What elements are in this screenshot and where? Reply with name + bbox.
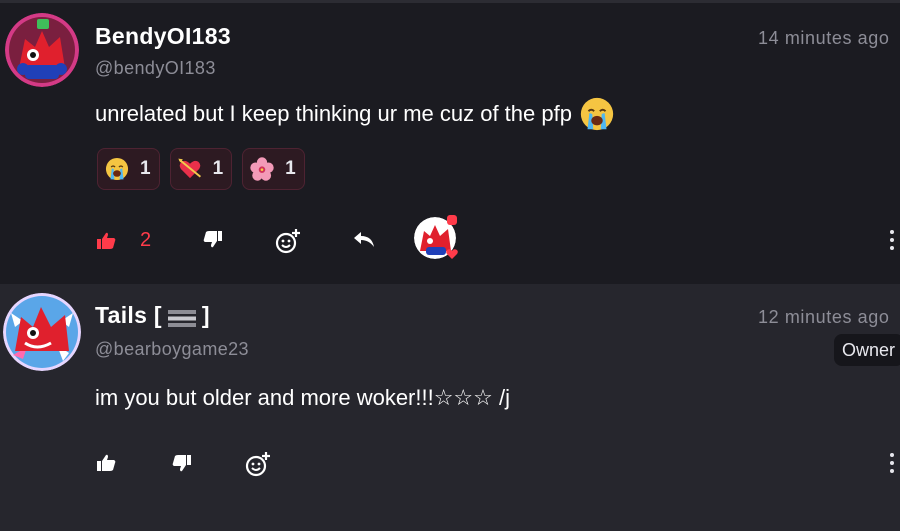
comment-username[interactable]: Tails [] — [95, 302, 210, 329]
like-button[interactable] — [96, 453, 116, 473]
loudly-crying-face-icon — [578, 95, 616, 133]
notification-dot-icon — [447, 215, 457, 225]
comment-timestamp: 14 minutes ago — [758, 28, 890, 48]
comment-text: unrelated but I keep thinking ur me cuz … — [95, 101, 572, 126]
dislike-button[interactable] — [203, 229, 223, 249]
reply-arrow-icon — [353, 231, 375, 249]
kebab-dot — [890, 230, 894, 234]
avatar[interactable] — [3, 293, 81, 371]
thumbs-down-icon — [172, 453, 192, 473]
heart-with-arrow-icon — [177, 156, 203, 182]
comment-username[interactable]: BendyOI183 — [95, 23, 231, 50]
flag-icon — [167, 306, 196, 328]
username-text: ] — [201, 302, 210, 328]
reaction-count: 1 — [285, 158, 296, 179]
add-reaction-button[interactable] — [245, 451, 271, 477]
kebab-dot — [890, 238, 894, 242]
more-options-button[interactable] — [888, 230, 896, 250]
comment-handle[interactable]: @bendyOI183 — [95, 58, 216, 79]
reaction-count: 1 — [212, 158, 224, 179]
reaction-chip[interactable]: 1 — [242, 148, 305, 190]
heart-icon — [446, 247, 458, 259]
kebab-dot — [890, 453, 894, 457]
reaction-chip[interactable]: 1 — [97, 148, 160, 190]
more-options-button[interactable] — [888, 453, 896, 473]
reply-button[interactable] — [353, 231, 375, 249]
comment: Tails [] @bearboygame23 12 minutes ago O… — [0, 284, 900, 531]
hibiscus-icon — [249, 156, 275, 182]
thumbs-up-icon — [96, 453, 116, 473]
comment-body: im you but older and more woker!!!☆☆☆ /j — [95, 385, 510, 411]
kebab-dot — [890, 246, 894, 250]
username-text: Tails [ — [95, 302, 162, 328]
owner-badge: Owner — [834, 334, 900, 366]
kebab-dot — [890, 469, 894, 473]
add-emoji-icon — [245, 451, 271, 477]
like-count: 2 — [140, 229, 152, 251]
like-button[interactable]: 2 — [96, 229, 151, 252]
add-emoji-icon — [275, 228, 301, 254]
comment-body: unrelated but I keep thinking ur me cuz … — [95, 95, 616, 133]
reaction-list: 1 1 1 — [97, 148, 305, 190]
thumbs-down-icon — [203, 229, 223, 249]
reaction-chip[interactable]: 1 — [169, 148, 233, 190]
dislike-button[interactable] — [172, 453, 192, 473]
comment-handle[interactable]: @bearboygame23 — [95, 339, 249, 360]
reaction-count: 1 — [140, 158, 151, 179]
thumbs-up-icon — [96, 231, 116, 251]
loudly-crying-face-icon — [104, 156, 130, 182]
avatar[interactable] — [5, 13, 79, 87]
comment-text: im you but older and more woker!!!☆☆☆ /j — [95, 385, 510, 410]
comment: BendyOI183 @bendyOI183 14 minutes ago un… — [0, 3, 900, 284]
kebab-dot — [890, 461, 894, 465]
comment-timestamp: 12 minutes ago — [758, 307, 890, 327]
add-reaction-button[interactable] — [275, 228, 301, 254]
